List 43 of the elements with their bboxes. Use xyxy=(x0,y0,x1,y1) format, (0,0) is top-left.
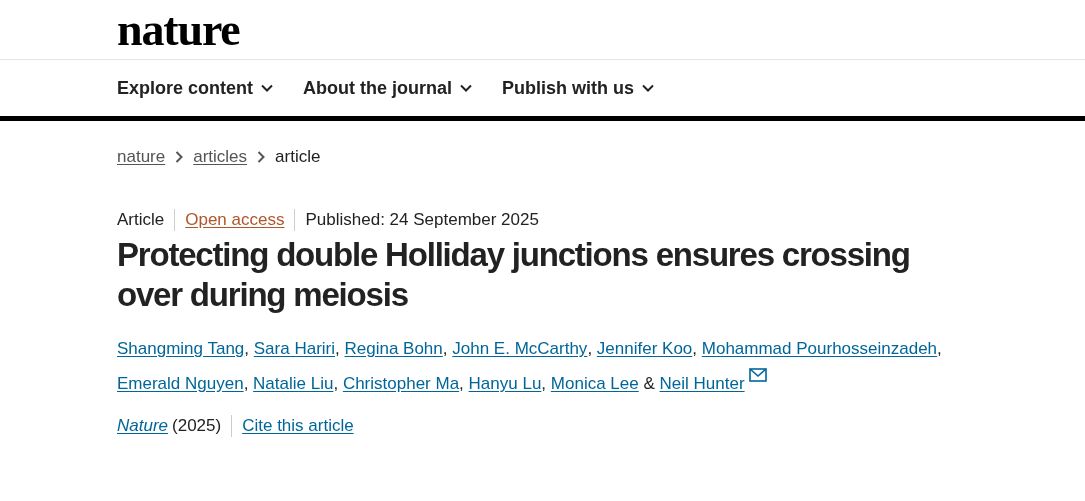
author-link[interactable]: Jennifer Koo xyxy=(596,337,693,361)
author-separator: , xyxy=(937,339,942,358)
mail-icon[interactable] xyxy=(748,368,767,382)
breadcrumb-link[interactable]: nature xyxy=(117,145,166,169)
chevron-right-icon xyxy=(175,151,184,163)
author-separator: , xyxy=(692,339,698,358)
article-type: Article xyxy=(117,209,176,231)
author-separator: , xyxy=(333,374,339,393)
author-link[interactable]: Neil Hunter xyxy=(659,372,767,396)
author-separator: & xyxy=(643,374,655,393)
author-link[interactable]: Natalie Liu xyxy=(253,372,334,396)
author-link[interactable]: Sara Hariri xyxy=(253,337,335,361)
breadcrumb-current: article xyxy=(275,146,321,168)
chevron-right-icon xyxy=(257,151,266,163)
chevron-down-icon xyxy=(642,84,655,92)
author-separator: , xyxy=(335,339,340,358)
author-link[interactable]: Mohammad Pourhosseinzadeh xyxy=(701,337,938,361)
open-access-link[interactable]: Open access xyxy=(175,209,296,231)
author-link[interactable]: Christopher Ma xyxy=(342,372,460,396)
author-link[interactable]: Shangming Tang xyxy=(117,337,245,361)
author-separator: , xyxy=(243,374,249,393)
cite-link[interactable]: Cite this article xyxy=(232,415,354,437)
author-link[interactable]: Emerald Nguyen xyxy=(117,372,244,396)
breadcrumb-link[interactable]: articles xyxy=(193,145,248,169)
nav-menu-button[interactable]: Publish with us xyxy=(502,74,655,102)
author-link[interactable]: John E. McCarthy xyxy=(452,337,588,361)
published-date: Published: 24 September 2025 xyxy=(304,209,539,231)
author-separator: , xyxy=(587,339,593,358)
logo[interactable]: nature xyxy=(117,6,240,53)
chevron-down-icon xyxy=(460,84,472,92)
author-link[interactable]: Regina Bohn xyxy=(344,337,443,361)
chevron-down-icon xyxy=(261,84,274,92)
author-separator: , xyxy=(442,339,448,358)
nav-menu-button[interactable]: About the journal xyxy=(303,74,472,102)
nav-menu-button[interactable]: Explore content xyxy=(117,74,274,102)
publication-year: (2025) xyxy=(172,415,222,437)
article-title: Protecting double Holliday junctions ensures crossing over during meiosis xyxy=(117,235,911,315)
author-link[interactable]: Hanyu Lu xyxy=(468,372,542,396)
author-link[interactable]: Monica Lee xyxy=(550,372,639,396)
author-separator: , xyxy=(459,374,464,393)
author-separator: , xyxy=(244,339,250,358)
author-separator: , xyxy=(541,374,547,393)
journal-link[interactable]: Nature xyxy=(117,415,169,437)
